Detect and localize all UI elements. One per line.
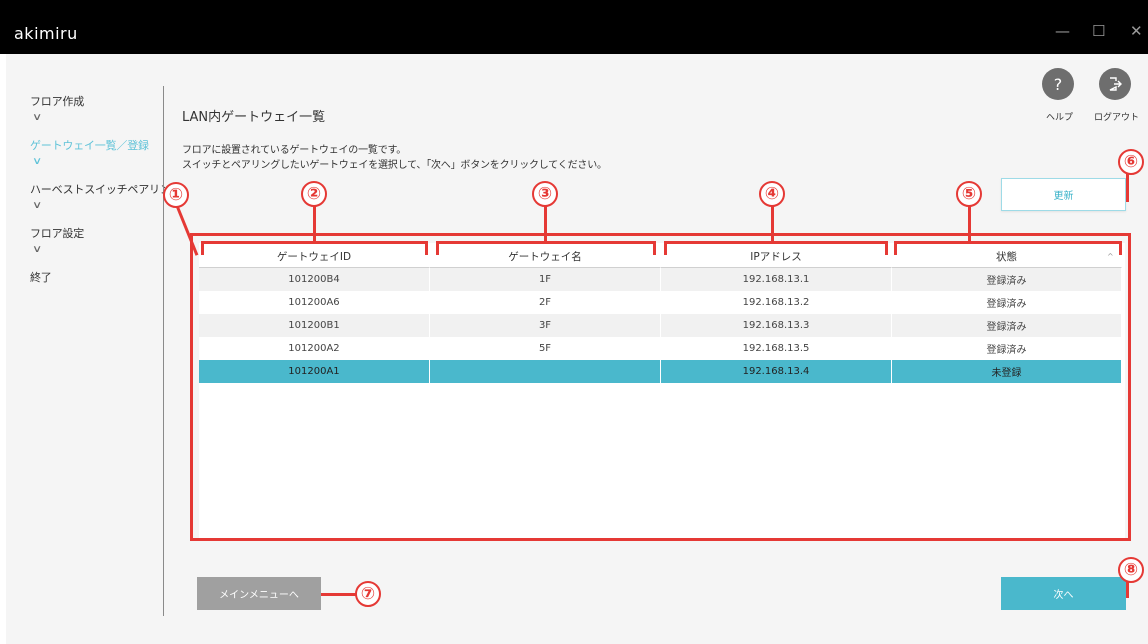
logout-label: ログアウト <box>1094 113 1140 123</box>
cell-status: 未登録 <box>892 360 1122 383</box>
table-row[interactable]: 101200B4 1F 192.168.13.1 登録済み <box>199 268 1122 291</box>
cell-gateway-name: 5F <box>430 337 661 360</box>
sidebar-item-gateway-list[interactable]: ゲートウェイ一覧／登録 ∨ <box>30 138 162 182</box>
cell-gateway-name: 3F <box>430 314 661 337</box>
cell-status: 登録済み <box>892 291 1122 314</box>
page-title: LAN内ゲートウェイ一覧 <box>182 110 326 125</box>
cell-gateway-name <box>430 360 661 383</box>
cell-status: 登録済み <box>892 337 1122 360</box>
sort-indicator-icon: ^ <box>1107 252 1114 261</box>
table-row[interactable]: 101200A6 2F 192.168.13.2 登録済み <box>199 291 1122 314</box>
minimize-button[interactable]: — <box>1055 22 1070 40</box>
close-button[interactable]: ✕ <box>1130 22 1143 40</box>
help-label: ヘルプ <box>1046 113 1074 123</box>
chevron-down-icon: ∨ <box>32 200 42 211</box>
cell-ip-address: 192.168.13.4 <box>661 360 892 383</box>
sidebar-item-switch-pairing[interactable]: ハーベストスイッチペアリング ∨ <box>30 182 182 226</box>
table-row[interactable]: 101200B1 3F 192.168.13.3 登録済み <box>199 314 1122 337</box>
cell-status: 登録済み <box>892 314 1122 337</box>
table-header: ゲートウェイID ゲートウェイ名 IPアドレス 状態 ^ <box>199 245 1122 268</box>
cell-gateway-name: 1F <box>430 268 661 291</box>
cell-gateway-id: 101200A1 <box>199 360 430 383</box>
maximize-button[interactable]: ☐ <box>1092 22 1105 40</box>
description-line-1: フロアに設置されているゲートウェイの一覧です。 <box>182 145 407 156</box>
table-row-selected[interactable]: 101200A1 192.168.13.4 未登録 <box>199 360 1122 383</box>
cell-gateway-id: 101200B1 <box>199 314 430 337</box>
column-header-gateway-id[interactable]: ゲートウェイID <box>199 245 430 268</box>
cell-status: 登録済み <box>892 268 1122 291</box>
sidebar-divider <box>163 86 164 616</box>
cell-gateway-id: 101200A6 <box>199 291 430 314</box>
sidebar: フロア作成 ∨ ゲートウェイ一覧／登録 ∨ ハーベストスイッチペアリング ∨ フ… <box>30 94 182 314</box>
sidebar-item-label: 終了 <box>30 271 52 284</box>
chevron-down-icon: ∨ <box>32 244 42 255</box>
title-bar: akimiru — ☐ ✕ <box>0 0 1148 54</box>
gateway-table: ゲートウェイID ゲートウェイ名 IPアドレス 状態 ^ 101200B4 1F… <box>199 243 1125 539</box>
sidebar-item-label: ハーベストスイッチペアリング <box>30 183 182 196</box>
column-header-gateway-name[interactable]: ゲートウェイ名 <box>430 245 661 268</box>
cell-gateway-id: 101200B4 <box>199 268 430 291</box>
column-header-status[interactable]: 状態 <box>892 245 1122 268</box>
update-button[interactable]: 更新 <box>1001 178 1126 211</box>
sidebar-item-label: フロア設定 <box>30 227 84 240</box>
description-line-2: スイッチとペアリングしたいゲートウェイを選択して、「次へ」ボタンをクリックしてく… <box>182 160 607 171</box>
cell-ip-address: 192.168.13.3 <box>661 314 892 337</box>
app-title: akimiru <box>14 24 78 43</box>
cell-ip-address: 192.168.13.2 <box>661 291 892 314</box>
sidebar-item-floor-settings[interactable]: フロア設定 ∨ <box>30 226 162 270</box>
cell-ip-address: 192.168.13.1 <box>661 268 892 291</box>
sidebar-item-label: ゲートウェイ一覧／登録 <box>30 139 149 152</box>
sidebar-item-exit[interactable]: 終了 <box>30 270 162 314</box>
cell-gateway-id: 101200A2 <box>199 337 430 360</box>
sidebar-item-label: フロア作成 <box>30 95 84 108</box>
main-menu-button[interactable]: メインメニューへ <box>197 577 321 610</box>
logout-icon[interactable] <box>1099 68 1131 100</box>
logout-glyph <box>1109 77 1122 91</box>
cell-gateway-name: 2F <box>430 291 661 314</box>
help-icon[interactable]: ? <box>1042 68 1074 100</box>
table-row[interactable]: 101200A2 5F 192.168.13.5 登録済み <box>199 337 1122 360</box>
cell-ip-address: 192.168.13.5 <box>661 337 892 360</box>
sidebar-item-floor-create[interactable]: フロア作成 ∨ <box>30 94 162 138</box>
column-header-ip-address[interactable]: IPアドレス <box>661 245 892 268</box>
next-button[interactable]: 次へ <box>1001 577 1126 610</box>
